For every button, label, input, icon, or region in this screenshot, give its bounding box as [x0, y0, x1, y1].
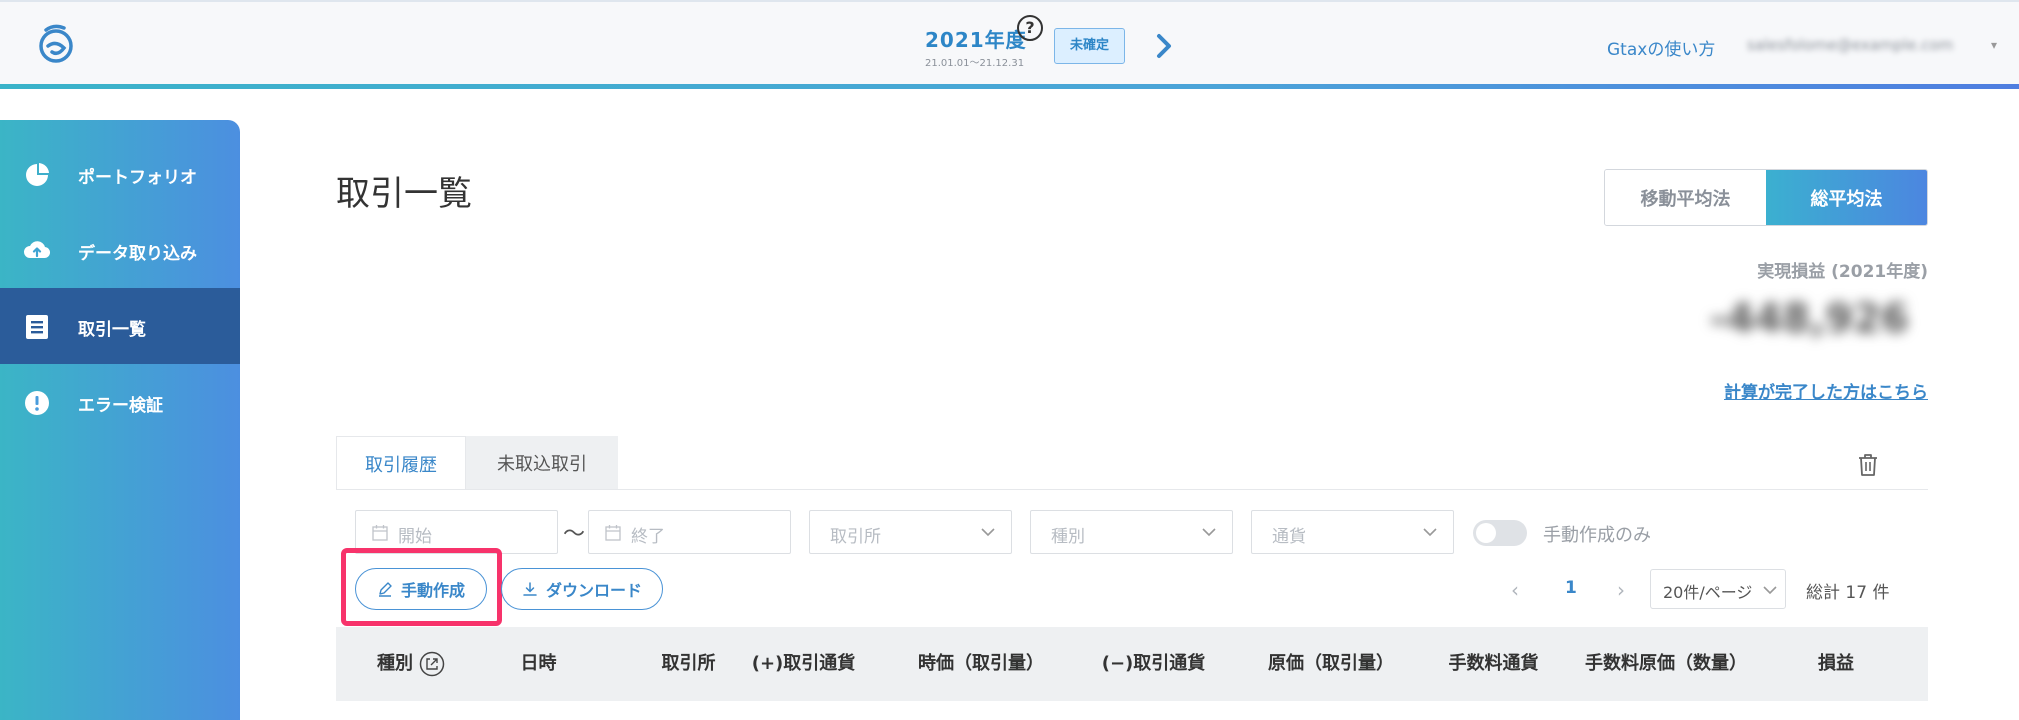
sidebar-item-label: エラー検証	[78, 396, 163, 416]
fiscal-year[interactable]: 2021年度	[925, 24, 1027, 53]
sidebar-item-transactions[interactable]: 取引一覧	[0, 288, 240, 364]
document-list-icon	[26, 315, 48, 339]
date-range-separator: 〜	[563, 522, 586, 547]
chevron-down-icon	[981, 528, 995, 537]
realized-pnl-label: 実現損益 (2021年度)	[1757, 262, 1928, 282]
sidebar-item-portfolio[interactable]: ポートフォリオ	[0, 136, 240, 212]
manual-create-button[interactable]: 手動作成	[355, 568, 487, 610]
total-average-button[interactable]: 総平均法	[1766, 170, 1927, 225]
manual-create-label: 手動作成	[400, 581, 465, 600]
start-date-placeholder: 開始	[398, 527, 432, 547]
manual-only-toggle[interactable]	[1473, 520, 1527, 546]
calendar-icon	[372, 525, 388, 541]
column-header-type[interactable]: 種別	[356, 627, 466, 701]
calc-complete-link[interactable]: 計算が完了した方はこちら	[1724, 378, 1928, 403]
pencil-icon	[378, 582, 392, 597]
column-header-minus-currency[interactable]: (−)取引通貨	[1096, 627, 1211, 701]
sidebar-item-label: データ取り込み	[78, 244, 197, 264]
page-number[interactable]: 1	[1565, 578, 1577, 598]
gtax-logo-icon[interactable]	[34, 22, 78, 66]
sidebar-item-data-import[interactable]: データ取り込み	[0, 212, 240, 288]
end-date-input[interactable]: 終了	[588, 510, 791, 554]
column-header-fee-currency[interactable]: 手数料通貨	[1446, 627, 1541, 701]
calc-method-toggle: 移動平均法 総平均法	[1604, 169, 1928, 226]
sidebar: ポートフォリオ データ取り込み 取引一覧 エラー検証	[0, 120, 240, 720]
next-page-chevron-icon[interactable]: ›	[1617, 578, 1625, 602]
chevron-down-icon[interactable]: ▾	[1991, 38, 1997, 52]
type-placeholder: 種別	[1051, 527, 1085, 547]
trash-icon[interactable]	[1857, 453, 1879, 477]
column-header-pnl[interactable]: 損益	[1776, 627, 1896, 701]
next-year-chevron-icon[interactable]	[1152, 32, 1176, 60]
account-menu[interactable]: salesfolome@example.com	[1747, 36, 1953, 54]
chevron-down-icon	[1202, 528, 1216, 537]
table-header: 種別 日時 取引所 (+)取引通貨 時価（取引量） (−)取引通貨 原価（取引量…	[336, 627, 1928, 701]
column-header-datetime[interactable]: 日時	[471, 627, 606, 701]
sidebar-item-label: ポートフォリオ	[78, 168, 197, 188]
help-icon[interactable]: ?	[1017, 15, 1043, 41]
column-header-exchange[interactable]: 取引所	[636, 627, 741, 701]
column-label: 種別	[377, 653, 413, 674]
per-page-value: 20件/ページ	[1663, 583, 1753, 602]
realized-pnl-value: -448,926	[1710, 296, 1909, 342]
prev-page-chevron-icon[interactable]: ‹	[1511, 578, 1519, 602]
exchange-select[interactable]: 取引所	[809, 510, 1012, 554]
column-header-market-value[interactable]: 時価（取引量）	[886, 627, 1076, 701]
download-button[interactable]: ダウンロード	[501, 568, 663, 610]
warning-icon	[25, 391, 49, 415]
cloud-upload-icon	[24, 241, 50, 259]
calendar-icon	[605, 525, 621, 541]
fiscal-period: 21.01.01〜21.12.31	[925, 58, 1025, 69]
column-header-plus-currency[interactable]: (+)取引通貨	[746, 627, 861, 701]
per-page-select[interactable]: 20件/ページ	[1650, 569, 1786, 609]
currency-select[interactable]: 通貨	[1251, 510, 1454, 554]
header-accent-line	[0, 84, 2019, 89]
external-link-icon[interactable]	[419, 651, 445, 677]
pie-chart-icon	[26, 163, 49, 186]
download-label: ダウンロード	[545, 581, 642, 600]
exchange-placeholder: 取引所	[830, 527, 881, 547]
toggle-knob	[1476, 523, 1496, 543]
transaction-tabs: 取引履歴 未取込取引	[336, 436, 618, 490]
chevron-down-icon	[1423, 528, 1437, 537]
howto-link[interactable]: Gtaxの使い方	[1607, 35, 1715, 60]
manual-only-label: 手動作成のみ	[1543, 525, 1651, 546]
tabs-divider	[336, 489, 1928, 490]
sidebar-item-error-check[interactable]: エラー検証	[0, 364, 240, 440]
status-badge: 未確定	[1054, 28, 1125, 64]
top-header: 2021年度 21.01.01〜21.12.31 ? 未確定 Gtaxの使い方 …	[0, 0, 2019, 84]
tab-unimported[interactable]: 未取込取引	[466, 436, 618, 490]
total-count: 総計 17 件	[1806, 583, 1890, 603]
end-date-placeholder: 終了	[631, 527, 665, 547]
chevron-down-icon	[1763, 586, 1777, 595]
page-title: 取引一覧	[336, 174, 472, 214]
sidebar-item-label: 取引一覧	[78, 320, 146, 340]
download-icon	[523, 582, 537, 596]
type-select[interactable]: 種別	[1030, 510, 1233, 554]
moving-average-button[interactable]: 移動平均法	[1605, 170, 1766, 225]
tab-history[interactable]: 取引履歴	[336, 436, 466, 490]
currency-placeholder: 通貨	[1272, 527, 1306, 547]
column-header-cost[interactable]: 原価（取引量）	[1236, 627, 1426, 701]
column-header-fee-cost[interactable]: 手数料原価（数量）	[1571, 627, 1761, 701]
